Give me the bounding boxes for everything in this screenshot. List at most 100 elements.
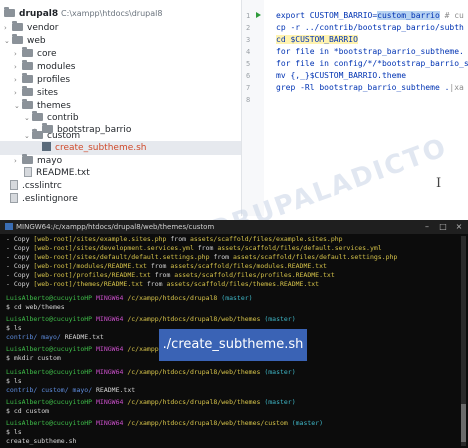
scrollbar-thumb[interactable] bbox=[461, 404, 466, 442]
tree-item-label: custom bbox=[47, 131, 81, 141]
ls-dir: contrib/ bbox=[6, 386, 38, 394]
folder-icon bbox=[12, 21, 23, 31]
prompt-shell: MINGW64 bbox=[96, 345, 124, 353]
prompt-shell: MINGW64 bbox=[96, 419, 124, 427]
tree-item-core[interactable]: › core bbox=[14, 47, 57, 61]
prompt-branch: (master) bbox=[221, 294, 253, 302]
folder-icon bbox=[22, 154, 33, 164]
tree-item-label: .csslintrc bbox=[22, 181, 62, 191]
folder-icon bbox=[12, 34, 23, 44]
folder-icon bbox=[32, 129, 43, 139]
ls-file: README.txt bbox=[92, 386, 136, 394]
prompt-path: /c/xampp/htdocs/drupal8/web/themes bbox=[127, 398, 261, 406]
prompt-user: LuisAlberto@cucuyitoHP bbox=[6, 368, 93, 376]
code-line-4: for file in *bootstrap_barrio_subtheme. bbox=[276, 47, 464, 56]
code-line-3: cd $CUSTOM_BARRIO bbox=[276, 34, 358, 46]
prompt-path: /c/xampp/htdocs/drupal8/web/themes/custo… bbox=[127, 419, 288, 427]
output-text: - Copy bbox=[6, 235, 34, 243]
tree-item-label: web bbox=[27, 36, 46, 46]
output-path: [web-root]/themes/README.txt bbox=[33, 280, 143, 288]
chevron-down-icon: ⌄ bbox=[4, 37, 10, 45]
output-path: [web-root]/sites/example.sites.php bbox=[33, 235, 167, 243]
tree-item-eslintignore[interactable]: .eslintignore bbox=[10, 193, 78, 206]
ls-dir: mayo/ bbox=[37, 333, 61, 341]
highlighted-code: cd $CUSTOM_BARRIO bbox=[276, 35, 358, 44]
prompt-user: LuisAlberto@cucuyitoHP bbox=[6, 315, 93, 323]
prompt-user: LuisAlberto@cucuyitoHP bbox=[6, 419, 93, 427]
chevron-right-icon: › bbox=[14, 63, 17, 71]
output-text: from bbox=[166, 235, 190, 243]
folder-icon bbox=[22, 99, 33, 109]
chevron-right-icon: › bbox=[14, 89, 17, 97]
project-tree: drupal8 C:\xampp\htdocs\drupal8 › vendor … bbox=[0, 0, 241, 216]
tree-item-create-subtheme-sh[interactable]: create_subtheme.sh bbox=[34, 142, 147, 155]
prompt-branch: (master) bbox=[264, 315, 296, 323]
output-path: assets/scaffold/files/profiles.README.tx… bbox=[174, 271, 335, 279]
output-path: [web-root]/sites/default/default.setting… bbox=[33, 253, 210, 261]
output-path: [web-root]/modules/README.txt bbox=[33, 262, 147, 270]
code-text: grep -Rl bootstrap_barrio_subtheme . bbox=[276, 83, 450, 92]
terminal-output-line: - Copy [web-root]/profiles/README.txt fr… bbox=[6, 271, 335, 280]
code-line-6: mv {,_}$CUSTOM_BARRIO.theme bbox=[276, 71, 407, 80]
terminal-prompt: LuisAlberto@cucuyitoHP MINGW64 /c/xampp/… bbox=[6, 368, 296, 377]
code-line-7: grep -Rl bootstrap_barrio_subtheme .|xa bbox=[276, 82, 464, 94]
folder-icon bbox=[22, 47, 33, 57]
code-line-1: export CUSTOM_BARRIO=custom_barrio # cu bbox=[276, 10, 464, 22]
ls-dir: contrib/ bbox=[6, 333, 38, 341]
terminal-output-line: - Copy [web-root]/themes/README.txt from… bbox=[6, 280, 319, 289]
prompt-shell: MINGW64 bbox=[96, 294, 124, 302]
terminal-scrollbar[interactable] bbox=[461, 236, 466, 446]
output-path: assets/scaffold/files/default.settings.p… bbox=[233, 253, 398, 261]
output-text: from bbox=[146, 262, 171, 270]
tree-item-label: README.txt bbox=[36, 168, 90, 178]
output-text: - Copy bbox=[6, 262, 34, 270]
text-file-icon bbox=[24, 167, 32, 177]
code-line-5: for file in config/*/*bootstrap_barrio_s bbox=[276, 59, 468, 68]
chevron-right-icon: › bbox=[14, 76, 17, 84]
terminal-prompt: LuisAlberto@cucuyitoHP MINGW64 /c/xampp/… bbox=[6, 419, 323, 428]
code-text: export CUSTOM_BARRIO= bbox=[276, 11, 378, 20]
terminal-output-line: create_subtheme.sh bbox=[6, 437, 77, 445]
terminal-prompt: LuisAlberto@cucuyitoHP MINGW64 /c/xampp/… bbox=[6, 315, 296, 324]
terminal-titlebar[interactable]: MINGW64:/c/xampp/htdocs/drupal8/web/them… bbox=[0, 220, 468, 234]
tree-item-label: core bbox=[37, 49, 57, 59]
maximize-button[interactable]: □ bbox=[436, 220, 450, 234]
prompt-shell: MINGW64 bbox=[96, 398, 124, 406]
tree-item-label: profiles bbox=[37, 75, 71, 85]
tree-item-label: contrib bbox=[47, 113, 79, 123]
tree-item-label: sites bbox=[37, 88, 58, 98]
line-number: 3 bbox=[246, 36, 251, 44]
project-name: drupal8 bbox=[19, 9, 59, 19]
chevron-right-icon: › bbox=[14, 50, 17, 58]
project-root[interactable]: drupal8 C:\xampp\htdocs\drupal8 bbox=[4, 7, 162, 19]
ls-dir: mayo/ bbox=[68, 386, 93, 394]
run-icon[interactable] bbox=[256, 12, 261, 18]
tree-item-readme[interactable]: README.txt bbox=[24, 167, 90, 180]
tree-item-label: create_subtheme.sh bbox=[55, 143, 147, 153]
code-text-tail: |xa bbox=[449, 83, 464, 92]
chevron-right-icon: › bbox=[14, 157, 17, 165]
terminal-command: $ cd web/themes bbox=[6, 303, 65, 311]
command-caption-overlay: ./create_subtheme.sh bbox=[159, 329, 307, 361]
config-file-icon bbox=[10, 193, 18, 203]
prompt-path: /c/xampp/htdocs/drupal8/web/themes bbox=[127, 368, 261, 376]
tree-item-label: vendor bbox=[27, 23, 59, 33]
tree-item-csslintrc[interactable]: .csslintrc bbox=[10, 180, 62, 193]
minimize-button[interactable]: – bbox=[420, 220, 434, 234]
line-number: 7 bbox=[246, 84, 251, 92]
prompt-shell: MINGW64 bbox=[96, 368, 124, 376]
tree-item-sites[interactable]: › sites bbox=[14, 86, 58, 100]
output-path: [web-root]/profiles/README.txt bbox=[33, 271, 151, 279]
terminal-output-line: - Copy [web-root]/sites/example.sites.ph… bbox=[6, 235, 343, 244]
text-cursor-icon: I bbox=[436, 176, 442, 191]
line-number: 2 bbox=[246, 24, 251, 32]
terminal-output-line: contrib/ custom/ mayo/ README.txt bbox=[6, 386, 135, 395]
output-text: from bbox=[142, 280, 167, 288]
line-number: 6 bbox=[246, 72, 251, 80]
output-text: - Copy bbox=[6, 271, 34, 279]
close-button[interactable]: × bbox=[452, 220, 466, 234]
prompt-user: LuisAlberto@cucuyitoHP bbox=[6, 398, 93, 406]
prompt-branch: (master) bbox=[264, 398, 296, 406]
terminal-output-line: - Copy [web-root]/modules/README.txt fro… bbox=[6, 262, 327, 271]
output-text: - Copy bbox=[6, 244, 34, 252]
